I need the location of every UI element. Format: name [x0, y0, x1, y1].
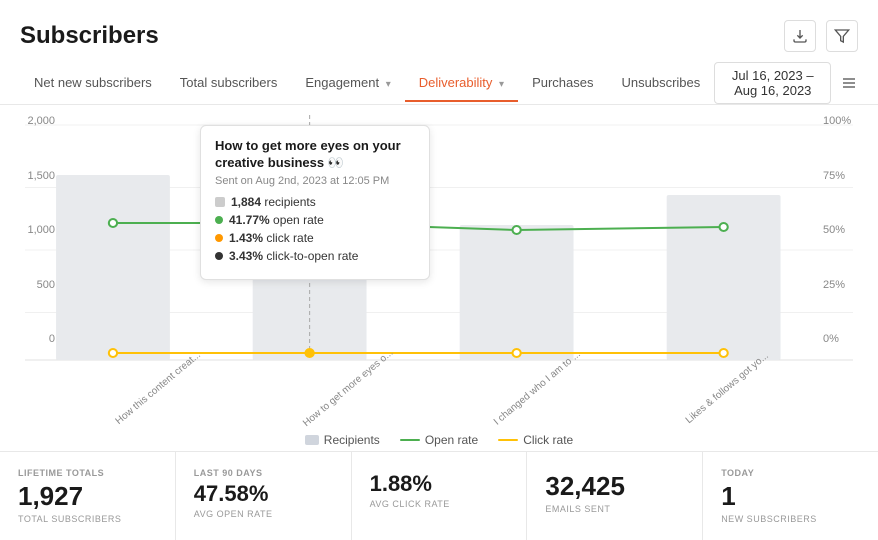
- stat-emails-sent: 32,425 EMAILS SENT: [527, 452, 703, 540]
- nav-tabs-left: Net new subscribers Total subscribers En…: [20, 65, 714, 101]
- tooltip-title: How to get more eyes on your creative bu…: [215, 138, 415, 172]
- x-axis-labels: How this content creat... How to get mor…: [20, 379, 858, 395]
- stat-open-rate: LAST 90 DAYS 47.58% AVG OPEN RATE: [176, 452, 352, 540]
- tab-deliverability[interactable]: Deliverability ▾: [405, 65, 518, 102]
- stat-emails-sent-value: 32,425: [545, 472, 684, 501]
- chart-tooltip: How to get more eyes on your creative bu…: [200, 125, 430, 280]
- header: Subscribers: [0, 0, 878, 62]
- stat-emails-sent-label: EMAILS SENT: [545, 504, 684, 514]
- stat-total-subscribers: LIFETIME TOTALS 1,927 TOTAL SUBSCRIBERS: [0, 452, 176, 540]
- legend-click-rate: Click rate: [498, 433, 573, 447]
- page: Subscribers Net new subscribers Total su…: [0, 0, 878, 540]
- recipients-legend-label: Recipients: [324, 433, 380, 447]
- stat-click-rate-value: 1.88%: [370, 472, 509, 496]
- stats-footer: LIFETIME TOTALS 1,927 TOTAL SUBSCRIBERS …: [0, 451, 878, 540]
- menu-button[interactable]: [839, 67, 858, 99]
- open-rate-dot: [215, 216, 223, 224]
- tab-purchases[interactable]: Purchases: [518, 65, 607, 102]
- recipients-legend-swatch: [305, 435, 319, 445]
- click-rate-legend-line: [498, 439, 518, 441]
- open-rate-legend-line: [400, 439, 420, 441]
- click-rate-legend-label: Click rate: [523, 433, 573, 447]
- stat-open-rate-label: AVG OPEN RATE: [194, 509, 333, 519]
- filter-button[interactable]: [826, 20, 858, 52]
- stat-new-subscribers-value: 1: [721, 482, 860, 511]
- stat-click-rate-label: AVG CLICK RATE: [370, 499, 509, 509]
- date-range-picker[interactable]: Jul 16, 2023 – Aug 16, 2023: [714, 62, 831, 104]
- y-axis-left: 2,000 1,500 1,000 500 0: [20, 115, 55, 345]
- tab-net-new-subscribers[interactable]: Net new subscribers: [20, 65, 166, 102]
- click-rate-dot: [215, 234, 223, 242]
- tooltip-row-recipients: 1,884 recipients: [215, 195, 415, 209]
- chart-area: 2,000 1,500 1,000 500 0: [0, 105, 878, 425]
- tooltip-row-open-rate: 41.77% open rate: [215, 213, 415, 227]
- tab-unsubscribes[interactable]: Unsubscribes: [608, 65, 715, 102]
- stat-open-rate-value: 47.58%: [194, 482, 333, 506]
- nav-tabs: Net new subscribers Total subscribers En…: [0, 62, 878, 105]
- download-button[interactable]: [784, 20, 816, 52]
- stat-click-rate: 1.88% AVG CLICK RATE: [352, 452, 528, 540]
- tooltip-date: Sent on Aug 2nd, 2023 at 12:05 PM: [215, 175, 415, 187]
- tooltip-row-click-to-open: 3.43% click-to-open rate: [215, 249, 415, 263]
- hamburger-icon: [841, 75, 857, 91]
- tab-engagement[interactable]: Engagement ▾: [291, 65, 404, 102]
- stat-new-subscribers-label: NEW SUBSCRIBERS: [721, 514, 860, 524]
- stat-lifetime-label: LIFETIME TOTALS: [18, 468, 157, 478]
- download-icon: [792, 28, 808, 44]
- engagement-chevron-icon: ▾: [386, 79, 391, 90]
- y-axis-right: 100% 75% 50% 25% 0%: [823, 115, 858, 345]
- header-actions: [784, 20, 858, 52]
- page-title: Subscribers: [20, 22, 159, 50]
- tab-total-subscribers[interactable]: Total subscribers: [166, 65, 292, 102]
- filter-icon: [834, 28, 850, 44]
- click-to-open-dot: [215, 252, 223, 260]
- recipients-swatch: [215, 197, 225, 207]
- stat-total-subscribers-value: 1,927: [18, 482, 157, 511]
- date-range-section: Jul 16, 2023 – Aug 16, 2023: [714, 62, 858, 104]
- chart-svg: [25, 115, 853, 375]
- stat-today-label: TODAY: [721, 468, 860, 478]
- deliverability-chevron-icon: ▾: [499, 79, 504, 90]
- stat-new-subscribers: TODAY 1 NEW SUBSCRIBERS: [703, 452, 878, 540]
- chart-legend: Recipients Open rate Click rate: [0, 425, 878, 451]
- stat-total-subscribers-label: TOTAL SUBSCRIBERS: [18, 514, 157, 524]
- legend-recipients: Recipients: [305, 433, 380, 447]
- stat-last-90-label: LAST 90 DAYS: [194, 468, 333, 478]
- tooltip-row-click-rate: 1.43% click rate: [215, 231, 415, 245]
